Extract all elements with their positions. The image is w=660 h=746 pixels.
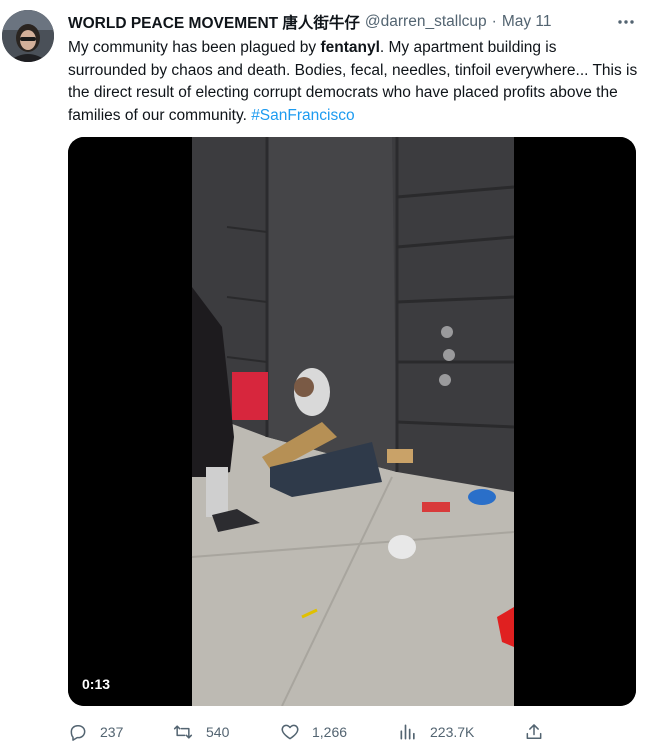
tweet-text: My community has been plagued by fentany… [68, 37, 638, 127]
reply-icon [70, 725, 86, 741]
retweet-count: 540 [206, 724, 230, 740]
views-chart-icon [400, 724, 415, 740]
reply-button[interactable]: 237 [68, 720, 123, 744]
more-options-button[interactable] [614, 10, 638, 34]
more-dots-icon [618, 20, 634, 24]
separator-dot: · [491, 13, 497, 30]
share-icon [526, 724, 542, 739]
tweet-actions: 237 540 1,266 223.7K [68, 720, 568, 744]
like-button[interactable]: 1,266 [280, 720, 347, 744]
heart-icon [281, 724, 299, 740]
tweet-text-bold: fentanyl [320, 39, 380, 56]
hashtag-link[interactable]: #SanFrancisco [251, 107, 354, 124]
views-button[interactable]: 223.7K [398, 720, 474, 744]
video-player[interactable]: 0:13 [68, 137, 636, 706]
user-handle[interactable]: @darren_stallcup [365, 13, 487, 31]
tweet-text-part1: My community has been plagued by [68, 39, 321, 56]
retweet-icon [173, 725, 193, 739]
video-duration: 0:13 [82, 676, 111, 692]
share-button[interactable] [524, 720, 544, 744]
views-count: 223.7K [430, 724, 475, 740]
avatar[interactable] [2, 10, 54, 62]
display-name[interactable]: WORLD PEACE MOVEMENT 唐人街牛仔 [68, 11, 360, 33]
retweet-button[interactable]: 540 [172, 720, 229, 744]
like-count: 1,266 [312, 724, 348, 740]
reply-count: 237 [100, 724, 124, 740]
video-frame [68, 137, 636, 706]
tweet-header: WORLD PEACE MOVEMENT 唐人街牛仔 @darren_stall… [68, 10, 600, 34]
tweet-time[interactable]: May 11 [502, 13, 552, 31]
